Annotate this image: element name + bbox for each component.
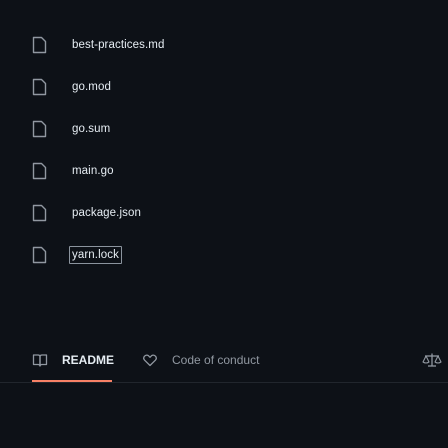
file-name[interactable]: main.go <box>72 165 114 177</box>
file-icon <box>32 120 47 138</box>
file-icon <box>32 36 47 54</box>
file-list: best-practices.md go.mod go.sum main.go … <box>32 24 448 276</box>
tab-label: README <box>62 353 115 367</box>
file-row-go-sum[interactable]: go.sum <box>32 108 448 150</box>
file-icon <box>32 204 47 222</box>
tab-readme[interactable]: README <box>32 340 114 380</box>
file-name[interactable]: package.json <box>72 207 141 219</box>
file-name[interactable]: yarn.lock <box>69 246 122 264</box>
file-icon <box>32 78 47 96</box>
tab-code-of-conduct[interactable]: Code of conduct <box>142 340 259 380</box>
file-row-best-practices[interactable]: best-practices.md <box>32 24 448 66</box>
file-name[interactable]: go.mod <box>72 81 111 93</box>
heart-icon <box>142 352 158 368</box>
file-icon <box>32 246 47 264</box>
scale-icon[interactable] <box>422 352 442 368</box>
file-name[interactable]: go.sum <box>72 123 110 135</box>
file-icon <box>32 162 47 180</box>
file-row-main-go[interactable]: main.go <box>32 150 448 192</box>
readme-tabs: README Code of conduct <box>32 340 448 380</box>
file-row-yarn-lock[interactable]: yarn.lock <box>32 234 448 276</box>
tab-label: Code of conduct <box>172 353 260 367</box>
file-row-go-mod[interactable]: go.mod <box>32 66 448 108</box>
file-name[interactable]: best-practices.md <box>72 39 164 51</box>
tabs-divider <box>0 382 448 383</box>
book-icon <box>32 352 48 368</box>
file-row-package-json[interactable]: package.json <box>32 192 448 234</box>
repo-file-browser: best-practices.md go.mod go.sum main.go … <box>0 0 448 448</box>
